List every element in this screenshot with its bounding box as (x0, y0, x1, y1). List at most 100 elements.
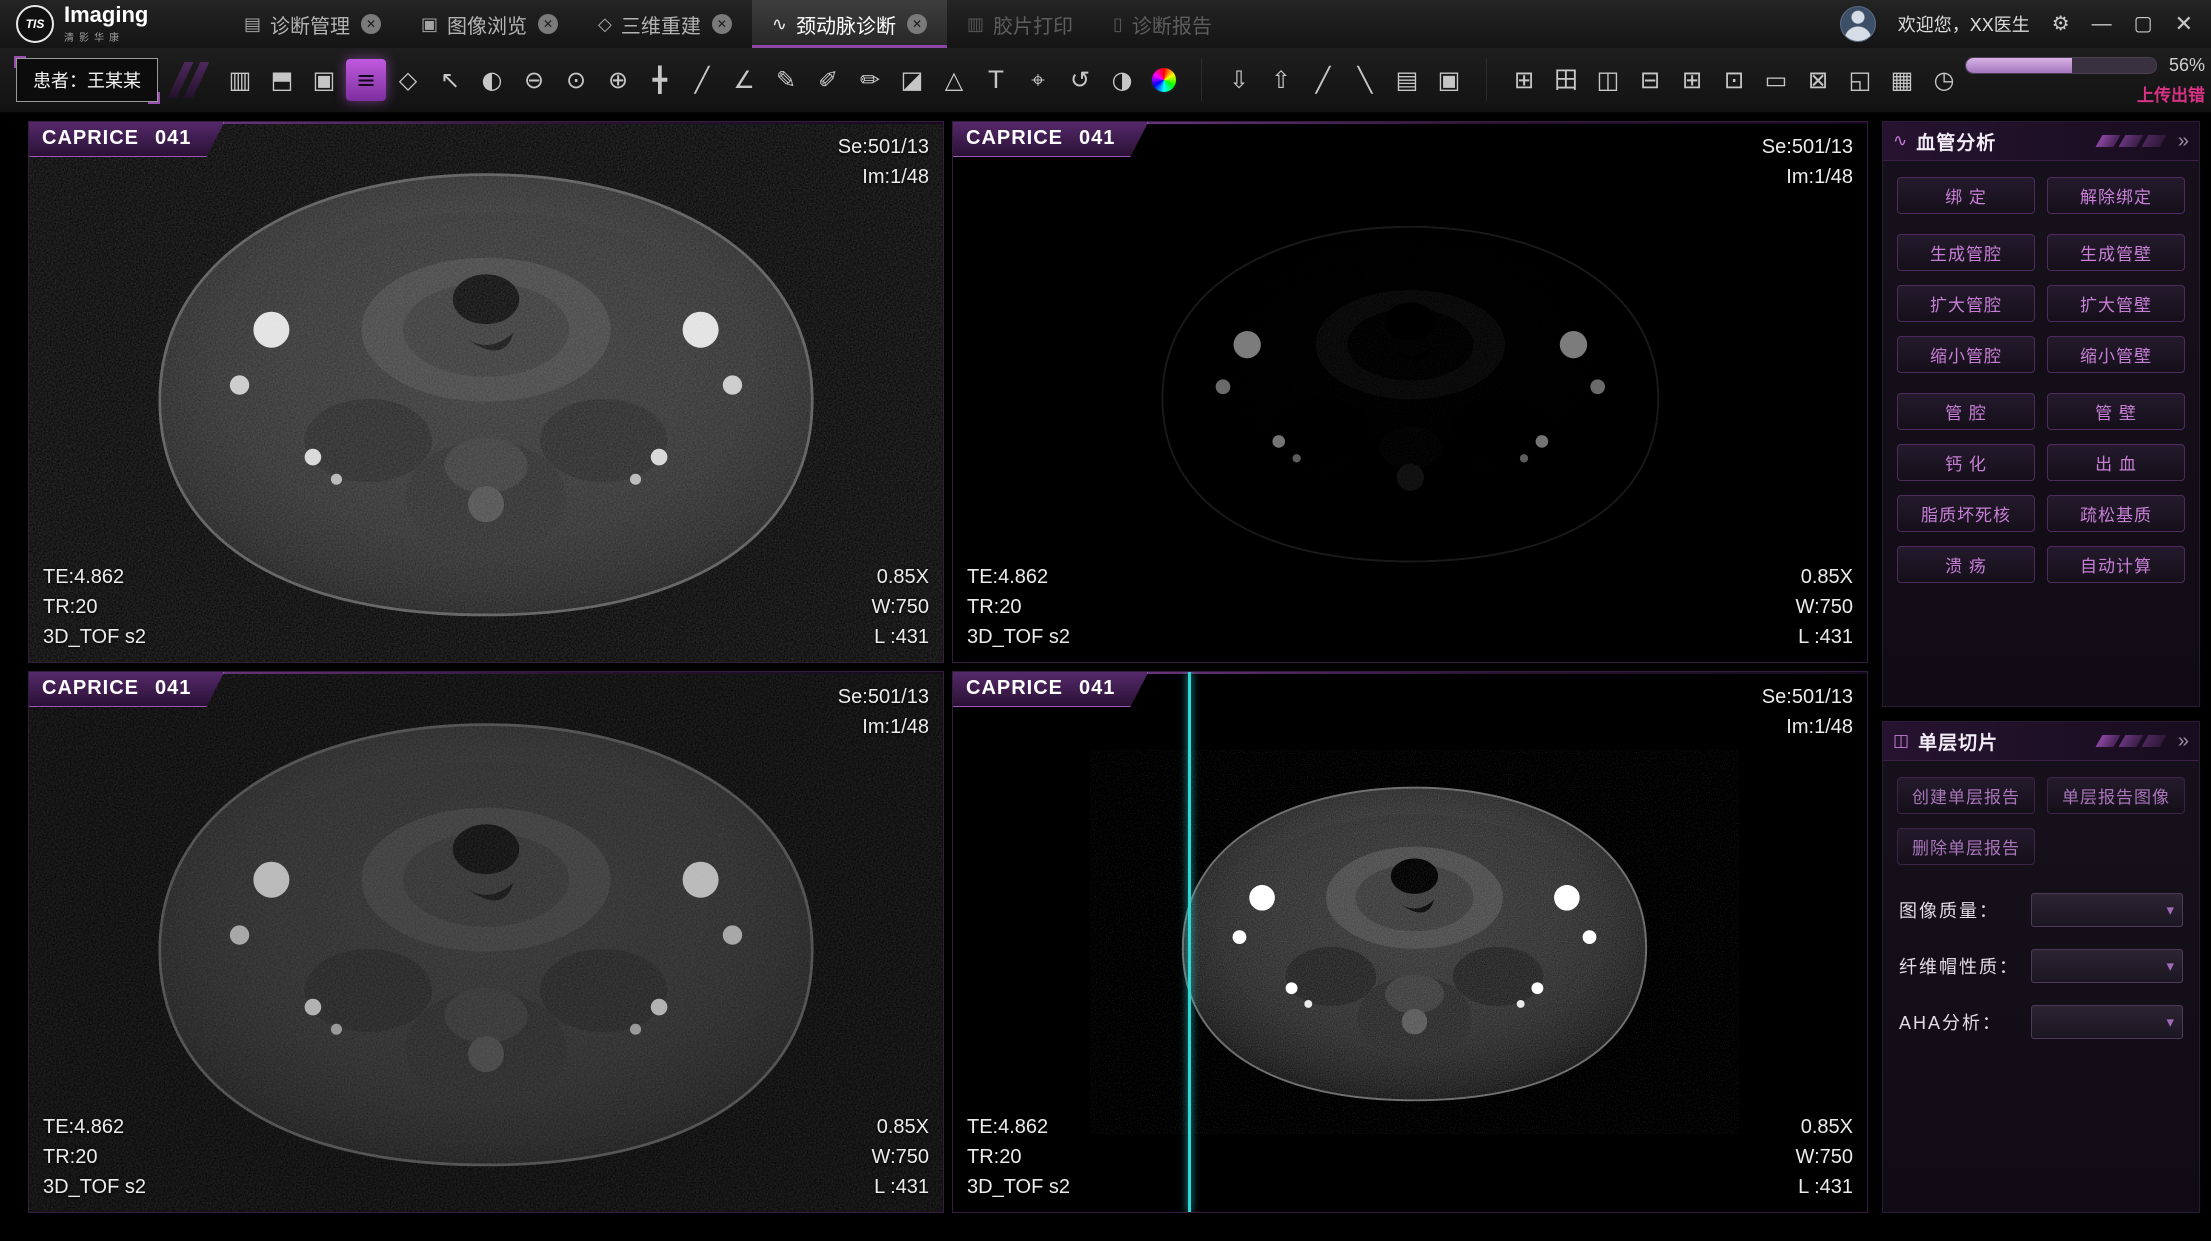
pen-icon[interactable]: ✏ (850, 59, 890, 101)
series-tag: CAPRICE 041 (29, 122, 224, 157)
nav-tab[interactable]: ▯ 诊断报告 (1093, 0, 1232, 48)
tool-glyph: ◫ (1597, 68, 1620, 92)
close-button[interactable]: ✕ (2175, 13, 2193, 35)
download-icon[interactable]: ⇩ (1219, 59, 1259, 101)
reference-line[interactable] (1188, 672, 1191, 1212)
vessel-button[interactable]: 管 腔 (1897, 393, 2035, 430)
tab-close-icon[interactable]: ✕ (907, 14, 927, 34)
nav-tab[interactable]: ▣ 图像浏览 ✕ (401, 0, 578, 48)
slice-button[interactable]: 单层报告图像 (2047, 777, 2185, 814)
minimize-button[interactable]: — (2092, 14, 2112, 34)
viewport[interactable]: CAPRICE 041 Se:501/13 Im:1/48 TE:4.862 T… (28, 671, 944, 1213)
crosshair-icon[interactable]: ⌖ (1018, 59, 1058, 101)
zoom-in-icon[interactable]: ⊕ (598, 59, 638, 101)
eraser-icon[interactable]: ◪ (892, 59, 932, 101)
toolbar-icons: ▥ ⬒ ▣ ≡ ◇ ↖ ◐ ⊖ ⊙ ⊕ ╋ ╱ ∠ ✎ ✐ ✏ ◪ △ T ⌖ … (219, 59, 1965, 101)
slice-button[interactable]: 删除单层报告 (1897, 828, 2035, 865)
film-icon[interactable]: ▥ (220, 59, 260, 101)
zoom-out-icon[interactable]: ⊖ (514, 59, 554, 101)
vessel-button[interactable]: 生成管壁 (2047, 234, 2185, 271)
line-tool-icon[interactable]: ╱ (1303, 59, 1343, 101)
viewport[interactable]: CAPRICE 041 Se:501/13 Im:1/48 TE:4.862 T… (952, 671, 1868, 1213)
cube-3d-icon[interactable]: ◇ (388, 59, 428, 101)
vessel-button[interactable]: 扩大管壁 (2047, 285, 2185, 322)
vessel-panel-icon: ∿ (1893, 131, 1907, 151)
vessel-button[interactable]: 自动计算 (2047, 546, 2185, 583)
vessel-button[interactable]: 扩大管腔 (1897, 285, 2035, 322)
vessel-button[interactable]: 生成管腔 (1897, 234, 2035, 271)
layout-corner-icon[interactable]: ◱ (1840, 59, 1880, 101)
brightness-icon[interactable]: ◐ (472, 59, 512, 101)
tab-close-icon[interactable]: ✕ (712, 14, 732, 34)
zoom-actual-icon[interactable]: ⊙ (556, 59, 596, 101)
vessel-button[interactable]: 管 壁 (2047, 393, 2185, 430)
vessel-panel-header: ∿ 血管分析 » (1883, 122, 2199, 161)
layout-add-icon[interactable]: ⊡ (1714, 59, 1754, 101)
upload-icon[interactable]: ⇧ (1261, 59, 1301, 101)
tool-glyph: ⊙ (566, 68, 586, 92)
tool-glyph: ↖ (440, 68, 460, 92)
vessel-button[interactable]: 缩小管壁 (2047, 336, 2185, 373)
vessel-button[interactable]: 绑 定 (1897, 177, 2035, 214)
angle-icon[interactable]: ∠ (724, 59, 764, 101)
vessel-button[interactable]: 出 血 (2047, 444, 2185, 481)
polyline-tool-icon[interactable]: ╲ (1345, 59, 1385, 101)
pencil-icon[interactable]: ✎ (766, 59, 806, 101)
rotate-icon[interactable]: ↺ (1060, 59, 1100, 101)
collapse-chevron-icon[interactable]: » (2178, 130, 2189, 153)
vessel-button[interactable]: 脂质坏死核 (1897, 495, 2035, 532)
maximize-button[interactable]: ▢ (2134, 14, 2153, 34)
text-icon[interactable]: T (976, 59, 1016, 101)
image-report-icon[interactable]: ▣ (1429, 59, 1469, 101)
viewport[interactable]: CAPRICE 041 Se:501/13 Im:1/48 TE:4.862 T… (28, 121, 944, 663)
tab-close-icon[interactable]: ✕ (361, 14, 381, 34)
open-folder-icon[interactable]: ⬒ (262, 59, 302, 101)
collapse-chevron-icon[interactable]: » (2178, 730, 2189, 753)
tr-text: TR:20 (43, 1142, 146, 1172)
field-select[interactable]: ▾ (2031, 1005, 2183, 1039)
te-text: TE:4.862 (967, 562, 1070, 592)
nav-tab[interactable]: ◇ 三维重建 ✕ (578, 0, 752, 48)
report-doc-icon[interactable]: ▤ (1387, 59, 1427, 101)
measure-line-icon[interactable]: ╱ (682, 59, 722, 101)
invert-icon[interactable]: ◑ (1102, 59, 1142, 101)
tab-icon: ◇ (598, 14, 612, 35)
layers-icon[interactable]: ≡ (346, 59, 386, 101)
settings-gear-icon[interactable]: ⚙ (2052, 14, 2070, 34)
sequence-text: 3D_TOF s2 (43, 622, 146, 652)
tab-close-icon[interactable]: ✕ (538, 14, 558, 34)
triangle-icon[interactable]: △ (934, 59, 974, 101)
nav-tab[interactable]: ∿ 颈动脉诊断 ✕ (752, 0, 947, 48)
vessel-button[interactable]: 钙 化 (1897, 444, 2035, 481)
color-wheel-icon[interactable] (1144, 59, 1184, 101)
pointer-icon[interactable]: ↖ (430, 59, 470, 101)
layout-pip-icon[interactable]: ⊠ (1798, 59, 1838, 101)
series-title: CAPRICE (42, 127, 139, 150)
history-icon[interactable]: ◷ (1924, 59, 1964, 101)
layout-grid-icon[interactable]: ⊞ (1672, 59, 1712, 101)
vessel-button[interactable]: 解除绑定 (2047, 177, 2185, 214)
viewport[interactable]: CAPRICE 041 Se:501/13 Im:1/48 TE:4.862 T… (952, 121, 1868, 663)
layout-single-icon[interactable]: ▭ (1756, 59, 1796, 101)
field-select[interactable]: ▾ (2031, 949, 2183, 983)
layout-dashed-icon[interactable]: ▦ (1882, 59, 1922, 101)
field-select[interactable]: ▾ (2031, 893, 2183, 927)
pan-icon[interactable]: ╋ (640, 59, 680, 101)
tool-glyph: ≡ (356, 68, 376, 92)
layout-vsplit-icon[interactable]: ◫ (1588, 59, 1628, 101)
layout-2x2-icon[interactable]: ⊞ (1504, 59, 1544, 101)
slice-button[interactable]: 创建单层报告 (1897, 777, 2035, 814)
nav-tab[interactable]: ▥ 胶片打印 (947, 0, 1093, 48)
window-text: W:750 (872, 592, 929, 622)
avatar[interactable] (1840, 6, 1876, 42)
vessel-button[interactable]: 疏松基质 (2047, 495, 2185, 532)
nav-tab[interactable]: ▤ 诊断管理 ✕ (224, 0, 401, 48)
layout-hsplit-icon[interactable]: ⊟ (1630, 59, 1670, 101)
marker-icon[interactable]: ✐ (808, 59, 848, 101)
tab-label: 胶片打印 (993, 10, 1073, 39)
layout-quad-icon[interactable]: 田 (1546, 59, 1586, 101)
vessel-button[interactable]: 缩小管腔 (1897, 336, 2035, 373)
image-icon[interactable]: ▣ (304, 59, 344, 101)
series-number: 041 (1079, 127, 1115, 150)
vessel-button[interactable]: 溃 疡 (1897, 546, 2035, 583)
